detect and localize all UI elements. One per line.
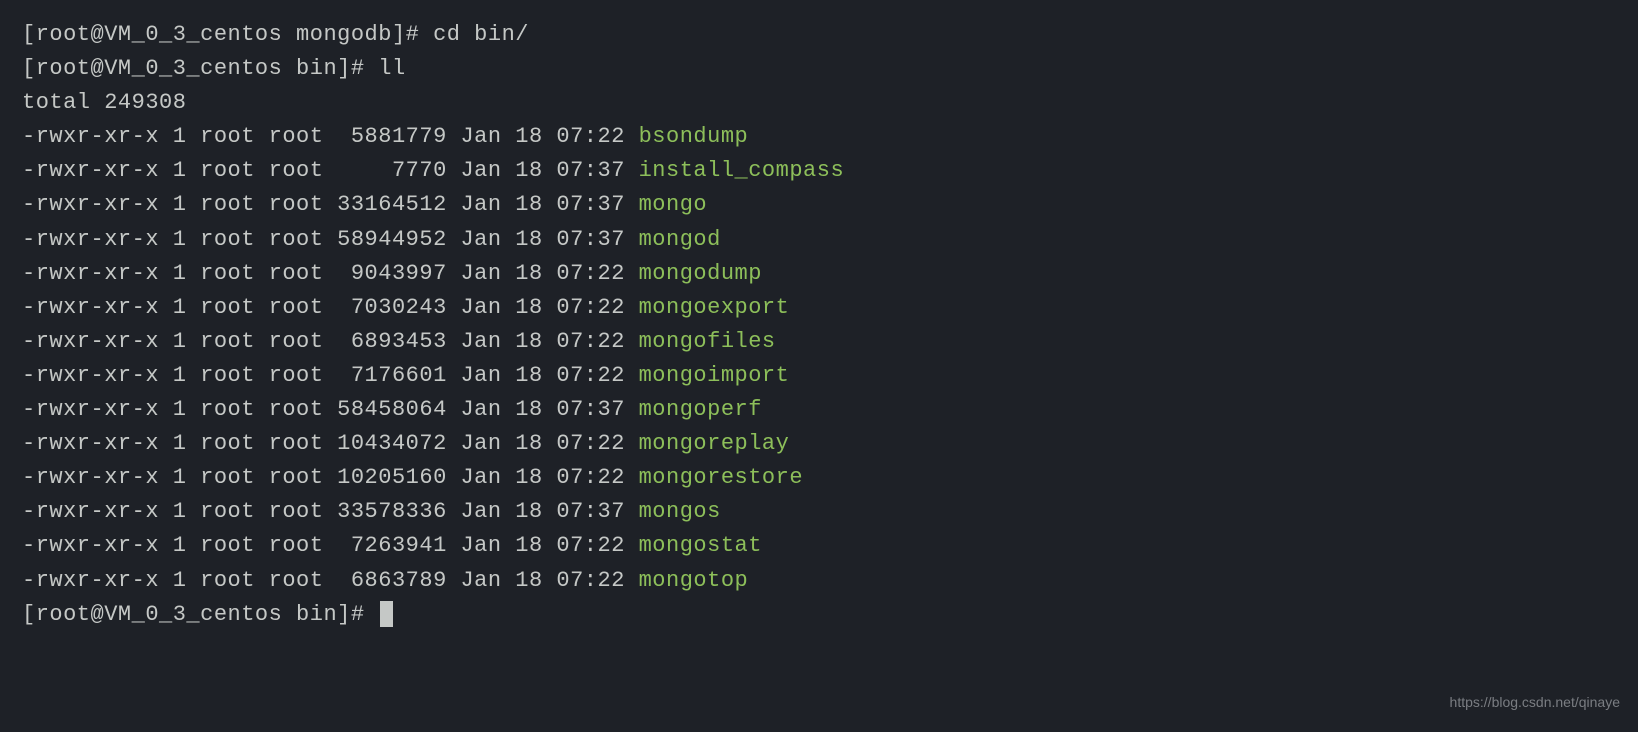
file-meta: -rwxr-xr-x 1 root root 7263941 Jan 18 07…	[22, 533, 639, 558]
file-name: mongod	[639, 227, 721, 252]
file-row: -rwxr-xr-x 1 root root 58944952 Jan 18 0…	[22, 223, 1616, 257]
file-row: -rwxr-xr-x 1 root root 7030243 Jan 18 07…	[22, 291, 1616, 325]
file-name: mongoperf	[639, 397, 762, 422]
prompt-line-active[interactable]: [root@VM_0_3_centos bin]#	[22, 598, 1616, 632]
file-row: -rwxr-xr-x 1 root root 6893453 Jan 18 07…	[22, 325, 1616, 359]
prompt-line: [root@VM_0_3_centos mongodb]# cd bin/	[22, 18, 1616, 52]
file-meta: -rwxr-xr-x 1 root root 6863789 Jan 18 07…	[22, 568, 639, 593]
file-meta: -rwxr-xr-x 1 root root 7770 Jan 18 07:37	[22, 158, 639, 183]
file-name: mongoimport	[639, 363, 790, 388]
file-row: -rwxr-xr-x 1 root root 7263941 Jan 18 07…	[22, 529, 1616, 563]
file-row: -rwxr-xr-x 1 root root 5881779 Jan 18 07…	[22, 120, 1616, 154]
watermark: https://blog.csdn.net/qinaye	[1450, 692, 1620, 714]
file-row: -rwxr-xr-x 1 root root 33164512 Jan 18 0…	[22, 188, 1616, 222]
file-meta: -rwxr-xr-x 1 root root 9043997 Jan 18 07…	[22, 261, 639, 286]
file-row: -rwxr-xr-x 1 root root 10205160 Jan 18 0…	[22, 461, 1616, 495]
file-name: mongos	[639, 499, 721, 524]
terminal-output[interactable]: [root@VM_0_3_centos mongodb]# cd bin/[ro…	[22, 18, 1616, 632]
file-meta: -rwxr-xr-x 1 root root 58458064 Jan 18 0…	[22, 397, 639, 422]
shell-prompt: [root@VM_0_3_centos bin]#	[22, 602, 378, 627]
shell-prompt: [root@VM_0_3_centos mongodb]#	[22, 22, 433, 47]
shell-command: cd bin/	[433, 22, 529, 47]
file-name: mongofiles	[639, 329, 776, 354]
shell-prompt: [root@VM_0_3_centos bin]#	[22, 56, 378, 81]
file-row: -rwxr-xr-x 1 root root 58458064 Jan 18 0…	[22, 393, 1616, 427]
file-meta: -rwxr-xr-x 1 root root 7030243 Jan 18 07…	[22, 295, 639, 320]
prompt-line: [root@VM_0_3_centos bin]# ll	[22, 52, 1616, 86]
cursor-icon	[380, 601, 393, 627]
total-line: total 249308	[22, 86, 1616, 120]
file-meta: -rwxr-xr-x 1 root root 58944952 Jan 18 0…	[22, 227, 639, 252]
file-name: mongostat	[639, 533, 762, 558]
file-row: -rwxr-xr-x 1 root root 7176601 Jan 18 07…	[22, 359, 1616, 393]
file-name: mongoexport	[639, 295, 790, 320]
file-name: mongotop	[639, 568, 749, 593]
file-name: mongo	[639, 192, 708, 217]
file-meta: -rwxr-xr-x 1 root root 10205160 Jan 18 0…	[22, 465, 639, 490]
file-meta: -rwxr-xr-x 1 root root 10434072 Jan 18 0…	[22, 431, 639, 456]
file-row: -rwxr-xr-x 1 root root 6863789 Jan 18 07…	[22, 564, 1616, 598]
file-name: mongodump	[639, 261, 762, 286]
file-row: -rwxr-xr-x 1 root root 9043997 Jan 18 07…	[22, 257, 1616, 291]
file-row: -rwxr-xr-x 1 root root 7770 Jan 18 07:37…	[22, 154, 1616, 188]
file-row: -rwxr-xr-x 1 root root 33578336 Jan 18 0…	[22, 495, 1616, 529]
file-meta: -rwxr-xr-x 1 root root 33164512 Jan 18 0…	[22, 192, 639, 217]
file-meta: -rwxr-xr-x 1 root root 7176601 Jan 18 07…	[22, 363, 639, 388]
file-name: install_compass	[639, 158, 845, 183]
file-name: bsondump	[639, 124, 749, 149]
file-name: mongoreplay	[639, 431, 790, 456]
file-row: -rwxr-xr-x 1 root root 10434072 Jan 18 0…	[22, 427, 1616, 461]
file-meta: -rwxr-xr-x 1 root root 5881779 Jan 18 07…	[22, 124, 639, 149]
shell-command: ll	[378, 56, 405, 81]
file-meta: -rwxr-xr-x 1 root root 6893453 Jan 18 07…	[22, 329, 639, 354]
file-name: mongorestore	[639, 465, 803, 490]
file-meta: -rwxr-xr-x 1 root root 33578336 Jan 18 0…	[22, 499, 639, 524]
